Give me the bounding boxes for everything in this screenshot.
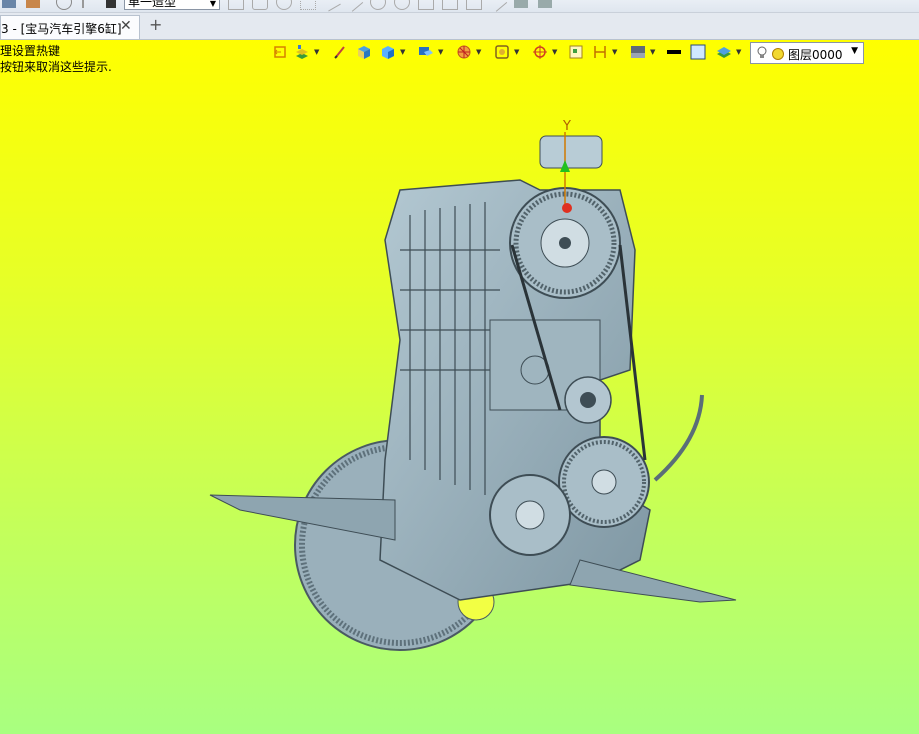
sketch-tool-icon[interactable]	[486, 0, 508, 12]
circle-tool-icon[interactable]	[370, 0, 386, 10]
play-icon[interactable]	[276, 0, 292, 10]
main-toolbar: 单一造型 ▼	[0, 0, 919, 13]
new-tab-button[interactable]: +	[149, 17, 162, 33]
pin-tool-icon[interactable]	[418, 0, 434, 10]
mode-select-value: 单一造型	[128, 0, 177, 9]
idler-pulley	[564, 376, 612, 424]
line-tool-icon[interactable]	[321, 0, 341, 12]
mode-select[interactable]: 单一造型 ▼	[124, 0, 220, 10]
render-icon[interactable]	[514, 0, 528, 8]
snap-icon[interactable]	[300, 0, 316, 10]
history-icon[interactable]	[56, 0, 72, 10]
chevron-down-icon: ▼	[209, 0, 216, 8]
split-tool-icon[interactable]	[466, 0, 482, 10]
dipstick	[653, 394, 704, 482]
right-mount-bracket	[569, 559, 737, 603]
rotate-tool-icon[interactable]	[394, 0, 410, 10]
axis-y-label: Y	[562, 119, 571, 134]
arrow-tool-icon[interactable]	[342, 0, 364, 12]
assembly-icon[interactable]	[26, 0, 40, 8]
tab-bar: 3 - [宝马汽车引擎6缸] ✕ +	[0, 13, 919, 40]
stop-icon[interactable]	[106, 0, 116, 8]
engine-model[interactable]: Y	[0, 40, 919, 734]
part-icon[interactable]	[2, 0, 16, 8]
3d-viewport[interactable]: 理设置热键 按钮来取消这些提示. ▼ ▼ ▼ ▼ ▼ ▼ ▼ ▼ ▼ 图层000…	[0, 40, 919, 734]
tab-document[interactable]: 3 - [宝马汽车引擎6缸] ✕	[0, 15, 140, 39]
close-icon[interactable]: ✕	[120, 18, 132, 34]
tab-document-title: 3 - [宝马汽车引擎6缸]	[1, 22, 122, 36]
select-tool-icon[interactable]	[228, 0, 244, 10]
pointer-icon[interactable]	[82, 0, 98, 8]
material-icon[interactable]	[538, 0, 552, 8]
filter-icon[interactable]	[252, 0, 268, 10]
curve-tool-icon[interactable]	[442, 0, 458, 10]
